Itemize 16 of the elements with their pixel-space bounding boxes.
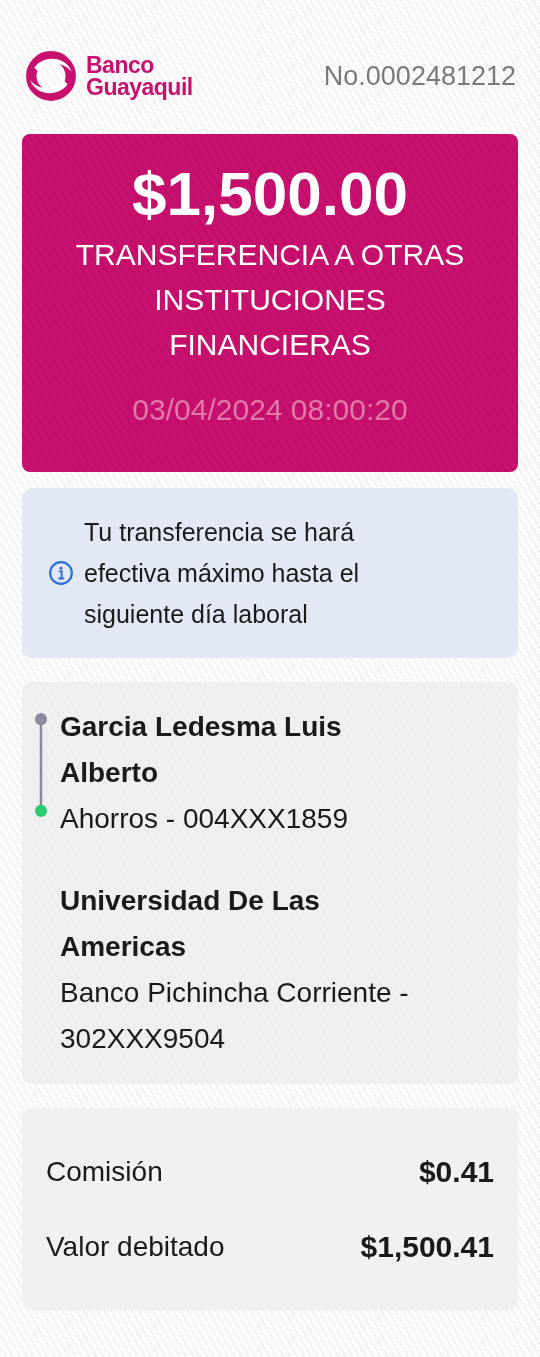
transfer-type: TRANSFERENCIA A OTRAS INSTITUCIONES FINANCIERAS (74, 237, 466, 363)
notice-text: Tu transferencia se hará efectiva máximo hasta el siguiente día laboral (84, 516, 361, 630)
account-holder-name: Garcia Ledesma Luis Alberto (60, 710, 343, 790)
account-number: Banco Pichincha Corriente - 302XXX9504 (60, 976, 410, 1056)
fee-label: Valor debitado (46, 1230, 225, 1263)
fee-value: $1,500.41 (360, 1229, 494, 1264)
amount: $1,500.00 (132, 158, 408, 230)
logo-icon (24, 49, 78, 103)
logo-text: Banco Guayaquil (86, 54, 194, 98)
transfer-datetime: 03/04/2024 08:00:20 (132, 393, 408, 427)
fee-value: $0.41 (418, 1154, 494, 1189)
fee-label: Comisión (46, 1155, 163, 1188)
info-icon (48, 560, 74, 586)
account-number: Ahorros - 004XXX1859 (60, 802, 349, 836)
receipt-number: No.0002481212 (323, 60, 516, 92)
account-holder-name: Universidad De Las Americas (60, 884, 321, 964)
